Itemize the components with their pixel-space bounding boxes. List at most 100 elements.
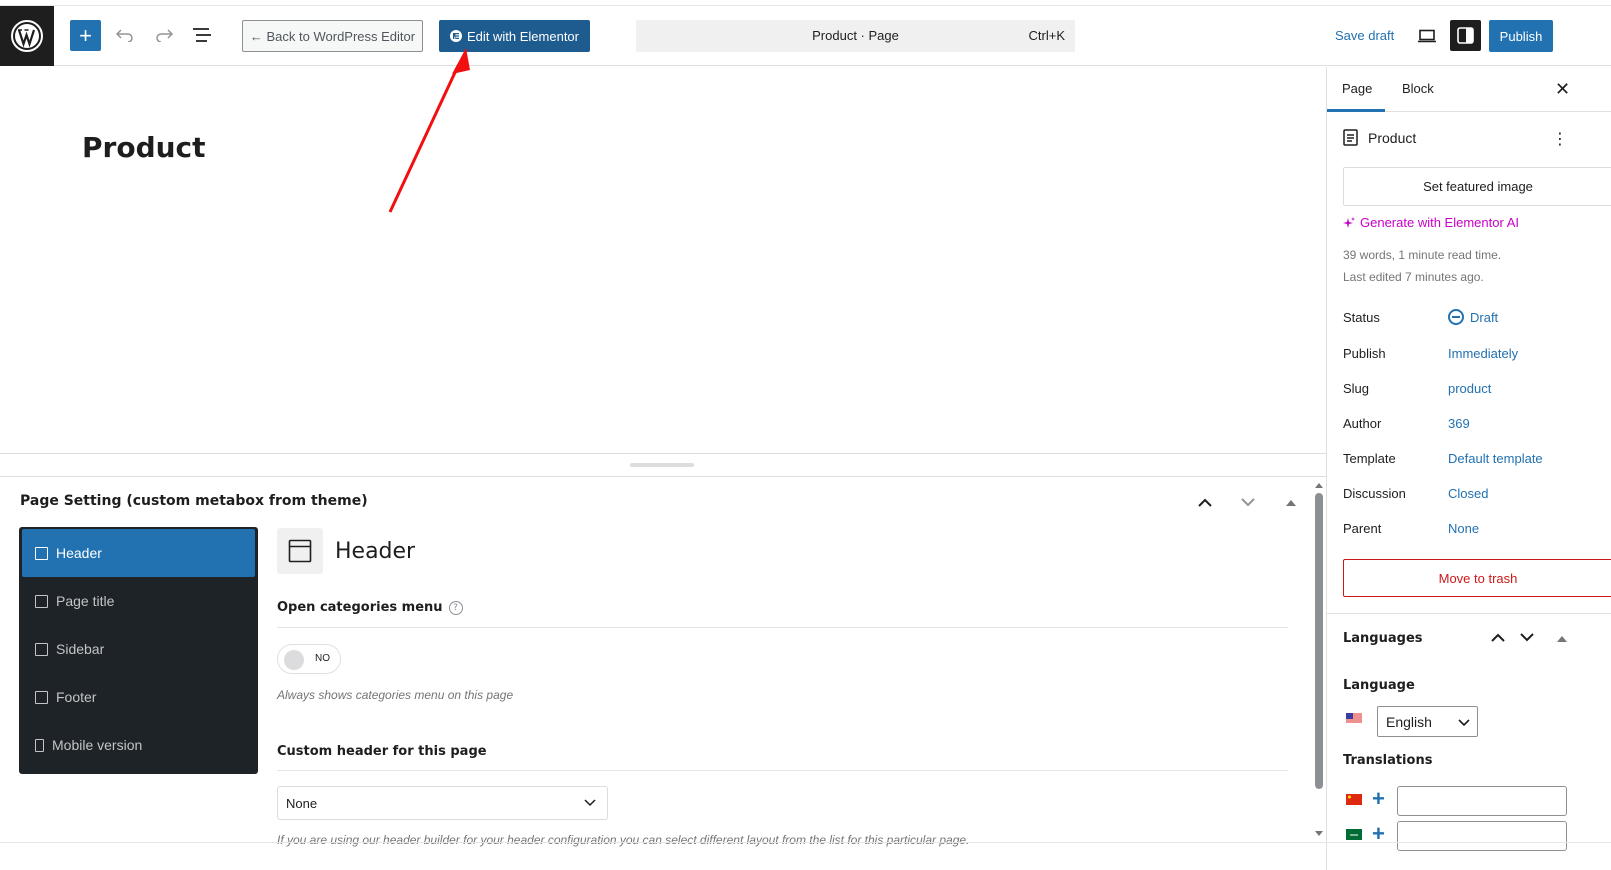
add-translation-icon[interactable]: + xyxy=(1372,788,1385,810)
template-label: Template xyxy=(1343,451,1396,466)
layout-icon xyxy=(35,546,48,560)
wordpress-logo-icon[interactable] xyxy=(0,6,54,66)
ai-link-label: Generate with Elementor AI xyxy=(1360,215,1519,230)
add-block-button[interactable]: + xyxy=(70,20,101,51)
field-label-text: Open categories menu xyxy=(277,600,443,615)
publish-button[interactable]: Publish xyxy=(1489,20,1553,52)
back-to-wordpress-editor-button[interactable]: ← Back to WordPress Editor xyxy=(242,20,423,52)
edit-with-elementor-button[interactable]: Edit with Elementor xyxy=(439,20,590,52)
move-down-icon[interactable] xyxy=(1520,629,1534,645)
language-value: English xyxy=(1386,713,1432,730)
custom-header-select[interactable]: None xyxy=(277,786,608,820)
tab-block[interactable]: Block xyxy=(1402,81,1434,96)
help-icon[interactable]: ? xyxy=(448,600,463,615)
undo-icon[interactable] xyxy=(112,22,138,48)
author-value[interactable]: 369 xyxy=(1448,416,1470,431)
plus-icon: + xyxy=(79,22,92,48)
scrollbar-thumb[interactable] xyxy=(1315,493,1323,789)
nav-item-label: Footer xyxy=(56,689,97,705)
set-featured-image-button[interactable]: Set featured image xyxy=(1343,167,1611,206)
chevron-down-icon xyxy=(584,799,596,807)
open-categories-label: Open categories menu? xyxy=(277,600,463,615)
china-flag-icon xyxy=(1346,794,1362,805)
edit-with-elementor-label: Edit with Elementor xyxy=(467,28,579,44)
toggle-knob xyxy=(284,650,304,670)
collapse-toggle-icon[interactable] xyxy=(1557,629,1567,645)
divider xyxy=(1327,613,1611,614)
page-title[interactable]: Product xyxy=(82,131,206,164)
sparkle-icon xyxy=(1343,216,1355,228)
languages-panel-title[interactable]: Languages xyxy=(1343,631,1423,646)
redo-icon[interactable] xyxy=(151,22,177,48)
header-layout-icon xyxy=(277,528,323,574)
command-title: Product · Page xyxy=(812,28,899,43)
sidebar-panel-icon xyxy=(1457,27,1474,44)
template-value[interactable]: Default template xyxy=(1448,451,1543,466)
us-flag-icon xyxy=(1346,713,1362,724)
translation-input-chinese[interactable] xyxy=(1397,786,1567,816)
parent-label: Parent xyxy=(1343,521,1382,536)
document-summary: Product xyxy=(1343,129,1416,146)
language-label: Language xyxy=(1343,678,1415,693)
nav-item-page-title[interactable]: Page title xyxy=(22,577,255,625)
save-draft-button[interactable]: Save draft xyxy=(1335,28,1394,43)
move-up-icon[interactable] xyxy=(1491,629,1505,645)
metabox-nav: Header Page title Sidebar Footer Mobile … xyxy=(19,527,258,774)
sidebar-icon xyxy=(35,642,48,656)
metabox-content: Header Open categories menu? NO Always s… xyxy=(277,527,1288,847)
nav-item-label: Mobile version xyxy=(52,737,143,753)
layout-icon xyxy=(35,594,48,608)
page-icon xyxy=(1343,129,1358,146)
last-edited: Last edited 7 minutes ago. xyxy=(1343,270,1484,284)
close-icon[interactable]: ✕ xyxy=(1555,79,1570,100)
publish-value[interactable]: Immediately xyxy=(1448,346,1518,361)
parent-value[interactable]: None xyxy=(1448,521,1479,536)
settings-sidebar: Page Block ✕ Product ⋮ Set featured imag… xyxy=(1326,67,1611,870)
elementor-icon xyxy=(450,30,462,42)
author-label: Author xyxy=(1343,416,1382,431)
resize-handle[interactable] xyxy=(630,463,694,467)
nav-item-footer[interactable]: Footer xyxy=(22,673,255,721)
metabox-title: Page Setting (custom metabox from theme) xyxy=(20,493,368,509)
categories-menu-toggle[interactable]: NO xyxy=(277,644,341,674)
move-to-trash-button[interactable]: Move to trash xyxy=(1343,559,1611,597)
status-text: Draft xyxy=(1470,309,1499,325)
divider xyxy=(277,770,1288,771)
custom-header-label: Custom header for this page xyxy=(277,744,487,759)
settings-sidebar-toggle[interactable] xyxy=(1450,20,1481,51)
slug-value[interactable]: product xyxy=(1448,381,1491,396)
metabox-resizer[interactable] xyxy=(0,453,1326,477)
move-up-icon[interactable] xyxy=(1193,490,1217,514)
bottom-border xyxy=(0,842,1611,843)
page-setting-metabox: Page Setting (custom metabox from theme)… xyxy=(0,477,1326,870)
collapse-toggle-icon[interactable] xyxy=(1279,490,1303,514)
section-header: Header xyxy=(277,527,1288,575)
chevron-down-icon xyxy=(1458,719,1470,727)
status-value[interactable]: Draft xyxy=(1448,309,1498,325)
mobile-icon xyxy=(35,738,44,752)
field-description: Always shows categories menu on this pag… xyxy=(277,688,514,702)
field-description: If you are using our header builder for … xyxy=(277,833,970,847)
language-select[interactable]: English xyxy=(1377,706,1478,737)
nav-item-sidebar[interactable]: Sidebar xyxy=(22,625,255,673)
document-overview-icon[interactable] xyxy=(189,22,215,48)
draft-status-icon xyxy=(1448,309,1464,325)
slug-label: Slug xyxy=(1343,381,1370,396)
more-options-icon[interactable]: ⋮ xyxy=(1552,129,1568,149)
discussion-label: Discussion xyxy=(1343,486,1406,501)
tab-page[interactable]: Page xyxy=(1342,81,1372,96)
desktop-view-icon[interactable] xyxy=(1414,23,1440,49)
status-label: Status xyxy=(1343,310,1380,325)
discussion-value[interactable]: Closed xyxy=(1448,486,1488,501)
command-palette-bar[interactable]: Product · Page Ctrl+K xyxy=(636,20,1075,52)
move-down-icon[interactable] xyxy=(1236,490,1260,514)
translation-input-arabic[interactable] xyxy=(1397,821,1567,851)
divider xyxy=(277,627,1288,628)
generate-with-elementor-ai-link[interactable]: Generate with Elementor AI xyxy=(1343,215,1519,230)
metabox-scrollbar[interactable] xyxy=(1312,477,1326,870)
nav-item-mobile-version[interactable]: Mobile version xyxy=(22,721,255,769)
nav-item-header[interactable]: Header xyxy=(22,529,255,577)
editor-canvas[interactable]: Product xyxy=(0,67,1326,453)
publish-label: Publish xyxy=(1343,346,1386,361)
select-value: None xyxy=(286,795,318,811)
